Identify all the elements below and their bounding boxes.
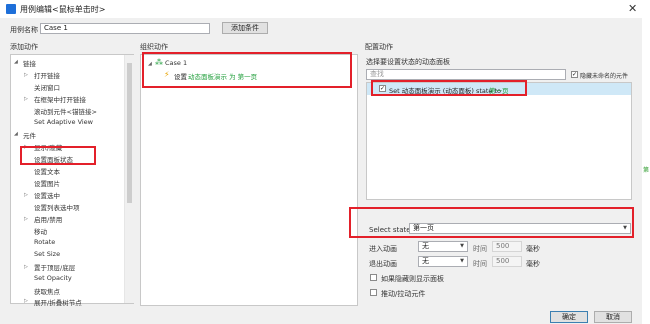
highlight-panel-item	[371, 80, 527, 96]
case-name-label: 用例名称	[10, 26, 38, 34]
window-title: 用例编辑<鼠标单击时>	[20, 5, 106, 14]
panel-list	[366, 82, 632, 200]
tree-item-set-image[interactable]: 设置图片	[34, 178, 60, 188]
show-if-hidden-label: 如果隐藏则显示面板	[381, 275, 444, 283]
close-icon[interactable]: ✕	[628, 2, 637, 15]
hide-unnamed-checkbox[interactable]: ✓	[571, 71, 578, 78]
highlight-select-state	[349, 207, 634, 238]
collapse-icon[interactable]: ◢	[14, 131, 18, 137]
tree-item-open-link[interactable]: 打开链接	[34, 70, 60, 80]
ok-button[interactable]: 确定	[550, 311, 588, 323]
add-action-header: 添加动作	[10, 43, 38, 51]
collapse-icon[interactable]: ◢	[14, 59, 18, 65]
tree-item-set-opacity[interactable]: Set Opacity	[34, 274, 72, 282]
exit-time-label: 时间	[473, 260, 487, 268]
tree-item-set-text[interactable]: 设置文本	[34, 166, 60, 176]
title-bar: 用例编辑<鼠标单击时> ✕	[0, 0, 650, 18]
side-mark: 第	[643, 167, 650, 173]
highlight-organize-action	[142, 52, 352, 88]
tree-item-set-adaptive-view[interactable]: Set Adaptive View	[34, 118, 93, 126]
hide-unnamed-label: 隐藏未命名的元件	[580, 73, 629, 80]
add-condition-button[interactable]: 添加条件	[222, 22, 268, 34]
enter-ms-label: 毫秒	[526, 245, 540, 253]
tree-item-bring-front-back[interactable]: 置于顶层/底层	[34, 262, 75, 272]
tree-item-expand-collapse[interactable]: 展开/折叠树节点	[34, 297, 82, 307]
show-if-hidden-checkbox[interactable]	[370, 274, 377, 281]
tree-group-link[interactable]: 链接	[23, 58, 36, 68]
tree-item-open-in-frame[interactable]: 在框架中打开链接	[34, 94, 86, 104]
organize-action-header: 组织动作	[140, 43, 168, 51]
exit-ms-label: 毫秒	[526, 260, 540, 268]
organize-action-panel	[140, 54, 358, 306]
expand-icon[interactable]: ▷	[24, 216, 28, 222]
tree-item-set-size[interactable]: Set Size	[34, 250, 60, 258]
tree-item-set-selected[interactable]: 设置选中	[34, 190, 60, 200]
chevron-down-icon: ▼	[460, 258, 464, 264]
expand-icon[interactable]: ▷	[24, 72, 28, 78]
tree-scrollbar[interactable]	[124, 55, 134, 303]
case-name-input[interactable]: Case 1	[40, 23, 210, 34]
enter-anim-select[interactable]: 无 ▼	[418, 241, 468, 252]
enter-anim-value: 无	[422, 242, 429, 250]
choose-panel-label: 选择要设置状态的动态面板	[366, 58, 450, 66]
enter-time-label: 时间	[473, 245, 487, 253]
expand-icon[interactable]: ▷	[24, 96, 28, 102]
tree-item-enable-disable[interactable]: 启用/禁用	[34, 214, 62, 224]
tree-scroll-thumb[interactable]	[127, 63, 132, 203]
enter-time-input[interactable]: 500	[492, 241, 522, 252]
exit-anim-label: 退出动画	[369, 260, 397, 268]
expand-icon[interactable]: ▷	[24, 264, 28, 270]
expand-icon[interactable]: ▷	[24, 192, 28, 198]
app-icon	[6, 4, 16, 14]
enter-anim-label: 进入动画	[369, 245, 397, 253]
cancel-button[interactable]: 取消	[594, 311, 632, 323]
exit-time-input[interactable]: 500	[492, 256, 522, 267]
push-widgets-checkbox[interactable]	[370, 289, 377, 296]
chevron-down-icon: ▼	[460, 243, 464, 249]
exit-anim-select[interactable]: 无 ▼	[418, 256, 468, 267]
exit-anim-value: 无	[422, 257, 429, 265]
configure-action-header: 配置动作	[365, 43, 393, 51]
search-input[interactable]: 查找	[366, 69, 566, 80]
push-widgets-label: 推动/拉动元件	[381, 290, 426, 298]
expand-icon[interactable]: ▷	[24, 298, 28, 304]
tree-item-focus[interactable]: 获取焦点	[34, 286, 60, 296]
tree-group-element[interactable]: 元件	[23, 130, 36, 140]
tree-item-move[interactable]: 移动	[34, 226, 47, 236]
highlight-set-panel-state	[20, 146, 96, 165]
tree-item-set-list-selected[interactable]: 设置列表选中项	[34, 202, 80, 212]
tree-item-scroll-to[interactable]: 滚动到元件<锚链接>	[34, 106, 97, 116]
tree-item-close-window[interactable]: 关闭窗口	[34, 82, 60, 92]
tree-item-rotate[interactable]: Rotate	[34, 238, 55, 246]
